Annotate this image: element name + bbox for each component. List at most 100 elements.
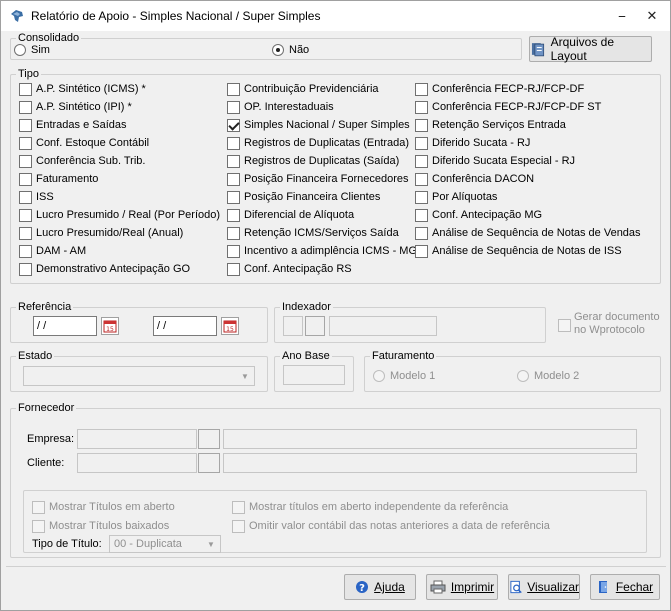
- tipo-checkbox[interactable]: Posição Financeira Fornecedores: [227, 171, 408, 187]
- empresa-lookup-button[interactable]: [198, 429, 220, 449]
- chevron-down-icon: ▼: [241, 371, 249, 381]
- referencia-group: Referência / / 15 / / 15: [10, 300, 268, 343]
- close-button[interactable]: ✕: [641, 7, 663, 25]
- tipo-checkbox[interactable]: Incentivo a adimplência ICMS - MG: [227, 243, 417, 259]
- checkbox-box: [19, 82, 32, 96]
- app-logo-icon: [11, 10, 23, 22]
- tipo-checkbox-label: A.P. Sintético (ICMS) *: [36, 83, 146, 95]
- empresa-code-field[interactable]: [77, 429, 197, 449]
- arquivos-layout-button[interactable]: Arquivos de Layout: [529, 35, 652, 63]
- checkbox-box: [19, 100, 32, 114]
- faturamento-modelo2-radio[interactable]: Modelo 2: [517, 369, 579, 383]
- ano-base-legend: Ano Base: [280, 349, 332, 363]
- checkbox-box: [19, 190, 32, 204]
- consolidado-sim-label: Sim: [31, 44, 50, 56]
- tipo-checkbox-label: Conf. Estoque Contábil: [36, 137, 150, 149]
- tipo-checkbox-label: Conferência FECP-RJ/FCP-DF: [432, 83, 585, 95]
- tipo-checkbox-label: Faturamento: [36, 173, 99, 185]
- tipo-checkbox[interactable]: Diferido Sucata - RJ: [415, 135, 530, 151]
- consolidado-nao-radio[interactable]: Não: [272, 43, 309, 57]
- tipo-checkbox[interactable]: Registros de Duplicatas (Entrada): [227, 135, 409, 151]
- mostrar-titulos-independente-label: Mostrar títulos em aberto independente d…: [249, 501, 509, 513]
- tipo-checkbox[interactable]: Entradas e Saídas: [19, 117, 127, 133]
- tipo-checkbox[interactable]: Diferencial de Alíquota: [227, 207, 354, 223]
- exit-door-icon: [598, 581, 607, 593]
- cliente-code-field[interactable]: [77, 453, 197, 473]
- checkbox-box: [19, 154, 32, 168]
- calendar-end-icon[interactable]: 15: [221, 317, 239, 335]
- faturamento-modelo1-radio[interactable]: Modelo 1: [373, 369, 435, 383]
- tipo-checkbox[interactable]: Registros de Duplicatas (Saída): [227, 153, 399, 169]
- tipo-checkbox[interactable]: Conf. Antecipação MG: [415, 207, 542, 223]
- tipo-titulo-select[interactable]: 00 - Duplicata ▼: [109, 535, 221, 553]
- gerar-documento-label-2: no Wprotocolo: [574, 324, 645, 336]
- checkbox-box: [415, 208, 428, 222]
- tipo-checkbox[interactable]: Contribuição Previdenciária: [227, 81, 379, 97]
- checkbox-box: [227, 172, 240, 186]
- tipo-checkbox[interactable]: Conf. Antecipação RS: [227, 261, 352, 277]
- tipo-checkbox[interactable]: Conf. Estoque Contábil: [19, 135, 149, 151]
- calendar-start-day: 15: [106, 326, 114, 333]
- omitir-valor-checkbox[interactable]: Omitir valor contábil das notas anterior…: [232, 518, 550, 534]
- checkbox-box: [19, 172, 32, 186]
- tipo-checkbox[interactable]: Diferido Sucata Especial - RJ: [415, 153, 575, 169]
- tipo-checkbox[interactable]: Análise de Sequência de Notas de Vendas: [415, 225, 641, 241]
- ano-base-field[interactable]: [283, 365, 345, 385]
- checkbox-box: [227, 208, 240, 222]
- tipo-checkbox[interactable]: Lucro Presumido / Real (Por Período): [19, 207, 220, 223]
- indexador-code-field[interactable]: [283, 316, 303, 336]
- estado-select[interactable]: ▼: [23, 366, 255, 386]
- referencia-start-date[interactable]: / /: [33, 316, 97, 336]
- tipo-checkbox[interactable]: Conferência DACON: [415, 171, 534, 187]
- checkbox-box: [227, 154, 240, 168]
- tipo-checkbox[interactable]: Faturamento: [19, 171, 98, 187]
- consolidado-nao-label: Não: [289, 44, 310, 56]
- radio-dot: [14, 44, 26, 56]
- tipo-checkbox[interactable]: ISS: [19, 189, 54, 205]
- tipo-checkbox[interactable]: A.P. Sintético (IPI) *: [19, 99, 132, 115]
- tipo-checkbox[interactable]: A.P. Sintético (ICMS) *: [19, 81, 146, 97]
- tipo-checkbox[interactable]: Retenção Serviços Entrada: [415, 117, 566, 133]
- consolidado-sim-radio[interactable]: Sim: [14, 43, 50, 57]
- tipo-checkbox[interactable]: Análise de Sequência de Notas de ISS: [415, 243, 622, 259]
- tipo-checkbox[interactable]: Demonstrativo Antecipação GO: [19, 261, 190, 277]
- tipo-checkbox[interactable]: Conferência FECP-RJ/FCP-DF: [415, 81, 584, 97]
- visualizar-button[interactable]: Visualizar: [508, 574, 580, 600]
- gerar-documento-checkbox[interactable]: [558, 317, 575, 333]
- tipo-checkbox[interactable]: Conferência FECP-RJ/FCP-DF ST: [415, 99, 601, 115]
- checkbox-box: [19, 118, 32, 132]
- checkbox-box: [415, 118, 428, 132]
- checkbox-box: [232, 500, 245, 514]
- referencia-end-date[interactable]: / /: [153, 316, 217, 336]
- checkbox-box: [415, 100, 428, 114]
- tipo-checkbox-label: Incentivo a adimplência ICMS - MG: [244, 245, 418, 257]
- imprimir-button[interactable]: Imprimir: [426, 574, 498, 600]
- tipo-checkbox-label: Retenção ICMS/Serviços Saída: [244, 227, 399, 239]
- checkbox-box: [227, 262, 240, 276]
- fechar-button[interactable]: Fechar: [590, 574, 660, 600]
- checkbox-box: [19, 244, 32, 258]
- mostrar-titulos-independente-checkbox[interactable]: Mostrar títulos em aberto independente d…: [232, 499, 508, 515]
- tipo-titulo-label: Tipo de Título:: [32, 538, 102, 550]
- ajuda-button[interactable]: ? Ajuda: [344, 574, 416, 600]
- checkbox-box: [415, 244, 428, 258]
- tipo-checkbox-label: Diferido Sucata - RJ: [432, 137, 531, 149]
- checkbox-box: [227, 190, 240, 204]
- tipo-checkbox[interactable]: OP. Interestaduais: [227, 99, 334, 115]
- cliente-lookup-button[interactable]: [198, 453, 220, 473]
- tipo-checkbox[interactable]: Lucro Presumido/Real (Anual): [19, 225, 183, 241]
- tipo-checkbox[interactable]: Por Alíquotas: [415, 189, 497, 205]
- printer-icon: [430, 580, 446, 594]
- tipo-checkbox[interactable]: DAM - AM: [19, 243, 86, 259]
- minimize-button[interactable]: ⎯: [611, 7, 633, 25]
- tipo-checkbox[interactable]: Posição Financeira Clientes: [227, 189, 380, 205]
- tipo-checkbox-label: Contribuição Previdenciária: [244, 83, 379, 95]
- tipo-checkbox[interactable]: Conferência Sub. Trib.: [19, 153, 145, 169]
- mostrar-titulos-aberto-checkbox[interactable]: Mostrar Títulos em aberto: [32, 499, 175, 515]
- calendar-start-icon[interactable]: 15: [101, 317, 119, 335]
- tipo-checkbox-label: Conferência FECP-RJ/FCP-DF ST: [432, 101, 602, 113]
- tipo-checkbox[interactable]: Simples Nacional / Super Simples: [227, 117, 410, 133]
- indexador-lookup-button[interactable]: [305, 316, 325, 336]
- mostrar-titulos-baixados-checkbox[interactable]: Mostrar Títulos baixados: [32, 518, 169, 534]
- tipo-checkbox[interactable]: Retenção ICMS/Serviços Saída: [227, 225, 399, 241]
